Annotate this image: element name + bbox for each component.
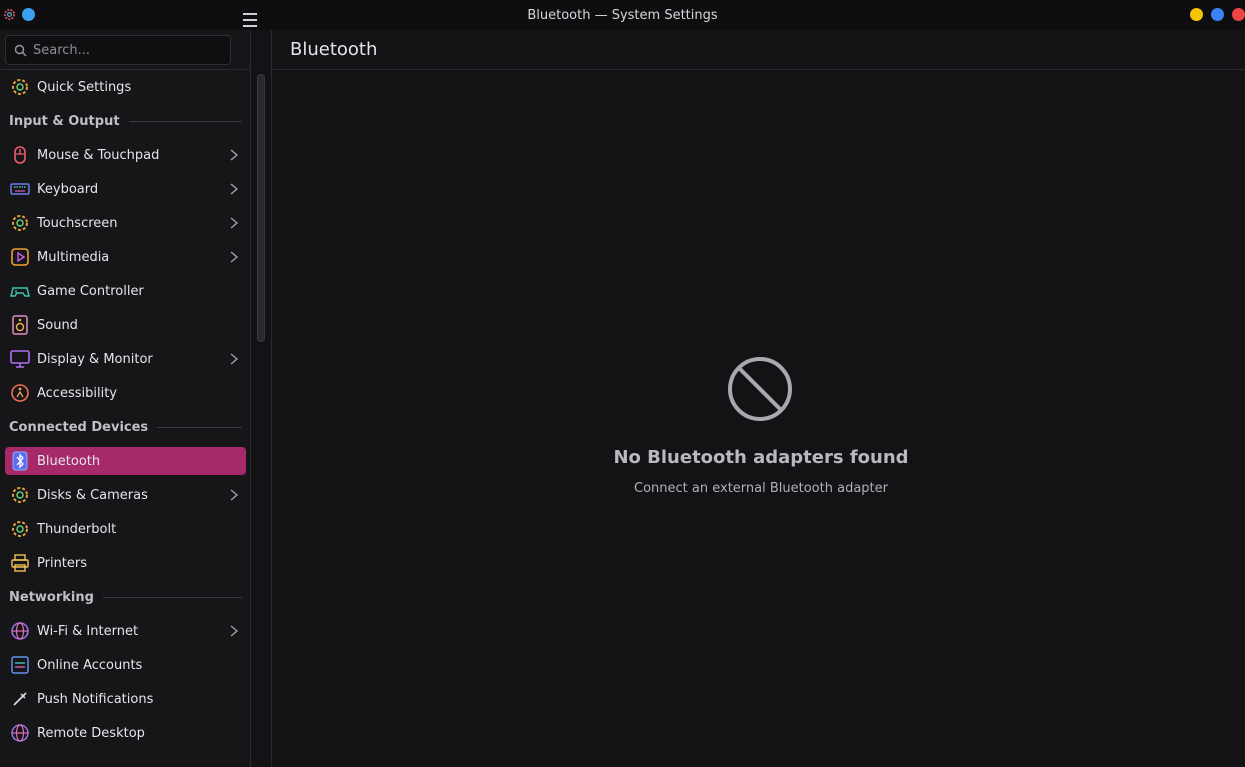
speaker-icon [9, 314, 31, 336]
sidebar-nav: Quick Settings Input & Output Mouse & To… [0, 70, 251, 750]
chevron-right-icon [230, 251, 239, 263]
search-icon [14, 44, 27, 56]
title-bar: Bluetooth — System Settings [0, 0, 1245, 30]
sidebar-item-label: Push Notifications [37, 691, 154, 707]
bluetooth-icon [9, 450, 31, 472]
close-button[interactable] [1232, 8, 1245, 21]
empty-state: No Bluetooth adapters found Connect an e… [272, 71, 1245, 767]
monitor-icon [9, 348, 31, 370]
sidebar-item-label: Wi-Fi & Internet [37, 623, 139, 639]
printer-icon [9, 552, 31, 574]
sidebar-item-label: Touchscreen [37, 215, 118, 231]
sidebar-item-multimedia[interactable]: Multimedia [0, 240, 251, 274]
section-label: Input & Output [9, 113, 120, 129]
page-header: Bluetooth [272, 30, 1245, 70]
chevron-right-icon [230, 353, 239, 365]
gear-icon [9, 518, 31, 540]
sidebar-item-label: Thunderbolt [37, 521, 117, 537]
section-divider [157, 426, 242, 428]
page-title: Bluetooth [290, 39, 378, 60]
section-header-connected-devices: Connected Devices [0, 410, 251, 444]
search-input[interactable] [33, 42, 213, 58]
sidebar-item-label: Multimedia [37, 249, 110, 265]
chevron-right-icon [230, 149, 239, 161]
plug-icon [9, 688, 31, 710]
sidebar-item-label: Bluetooth [37, 453, 101, 469]
section-divider [102, 596, 242, 598]
sidebar-item-wifi-internet[interactable]: Wi-Fi & Internet [0, 614, 251, 648]
sidebar-item-keyboard[interactable]: Keyboard [0, 172, 251, 206]
sidebar-item-label: Remote Desktop [37, 725, 145, 741]
sidebar-item-disks-cameras[interactable]: Disks & Cameras [0, 478, 251, 512]
sidebar-item-online-accounts[interactable]: Online Accounts [0, 648, 251, 682]
sidebar-scrollbar[interactable] [257, 74, 265, 342]
sidebar-item-touchscreen[interactable]: Touchscreen [0, 206, 251, 240]
chevron-right-icon [230, 217, 239, 229]
menu-icon[interactable] [239, 12, 261, 28]
empty-state-subtext: Connect an external Bluetooth adapter [634, 481, 888, 496]
sidebar-item-label: Keyboard [37, 181, 99, 197]
gamepad-icon [9, 280, 31, 302]
play-icon [9, 246, 31, 268]
section-label: Networking [9, 589, 94, 605]
chevron-right-icon [230, 183, 239, 195]
sidebar-item-mouse-touchpad[interactable]: Mouse & Touchpad [0, 138, 251, 172]
sidebar-item-push-notifications[interactable]: Push Notifications [0, 682, 251, 716]
sidebar-item-label: Mouse & Touchpad [37, 147, 160, 163]
sidebar-item-label: Disks & Cameras [37, 487, 148, 503]
sidebar-item-bluetooth[interactable]: Bluetooth [5, 447, 246, 475]
empty-state-heading: No Bluetooth adapters found [613, 447, 909, 468]
mouse-icon [9, 144, 31, 166]
sidebar-item-accessibility[interactable]: Accessibility [0, 376, 251, 410]
window-title: Bluetooth — System Settings [527, 7, 718, 23]
globe-icon [9, 722, 31, 744]
pin-button[interactable] [22, 8, 35, 21]
sidebar-item-display-monitor[interactable]: Display & Monitor [0, 342, 251, 376]
gear-icon [9, 212, 31, 234]
sidebar-item-printers[interactable]: Printers [0, 546, 251, 580]
chevron-right-icon [230, 625, 239, 637]
sidebar-item-label: Quick Settings [37, 79, 132, 95]
chevron-right-icon [230, 489, 239, 501]
sidebar-item-label: Online Accounts [37, 657, 143, 673]
search-box[interactable] [5, 35, 231, 65]
sidebar-item-label: Printers [37, 555, 88, 571]
section-label: Connected Devices [9, 419, 149, 435]
minimize-button[interactable] [1190, 8, 1203, 21]
sidebar-item-quick-settings[interactable]: Quick Settings [0, 70, 251, 104]
sidebar-item-label: Display & Monitor [37, 351, 153, 367]
sidebar-item-label: Game Controller [37, 283, 144, 299]
gear-icon [9, 484, 31, 506]
maximize-button[interactable] [1211, 8, 1224, 21]
section-divider [128, 120, 242, 122]
sidebar-item-sound[interactable]: Sound [0, 308, 251, 342]
section-header-input-output: Input & Output [0, 104, 251, 138]
settings-gear-icon[interactable] [3, 8, 16, 21]
sidebar-item-thunderbolt[interactable]: Thunderbolt [0, 512, 251, 546]
globe-icon [9, 620, 31, 642]
section-header-networking: Networking [0, 580, 251, 614]
gear-icon [9, 76, 31, 98]
keyboard-icon [9, 178, 31, 200]
accounts-icon [9, 654, 31, 676]
sidebar-item-remote-desktop[interactable]: Remote Desktop [0, 716, 251, 750]
accessibility-icon [9, 382, 31, 404]
sidebar-item-label: Accessibility [37, 385, 117, 401]
no-entry-icon [728, 357, 792, 421]
sidebar-item-label: Sound [37, 317, 78, 333]
sidebar: Quick Settings Input & Output Mouse & To… [0, 30, 251, 767]
sidebar-item-game-controller[interactable]: Game Controller [0, 274, 251, 308]
